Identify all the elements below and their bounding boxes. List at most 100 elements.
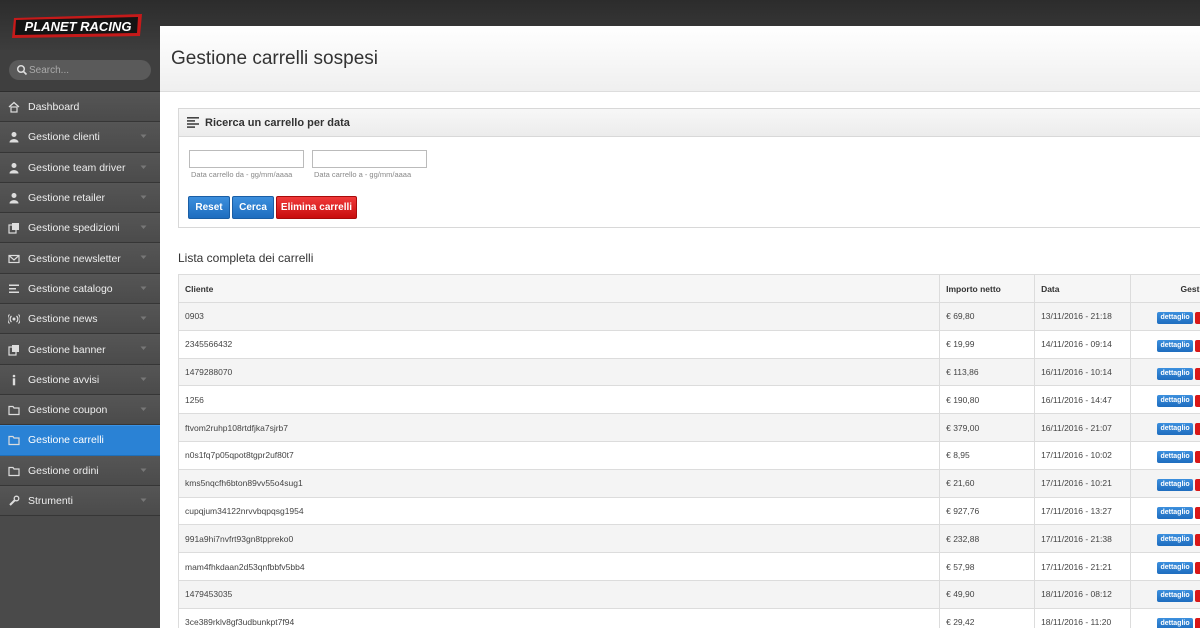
sidebar-item-label: Gestione coupon [28, 404, 108, 417]
cell-importo: € 57,98 [939, 552, 1036, 581]
cell-importo: € 8,95 [939, 440, 1036, 470]
date-to-group: Data carrello a - gg/mm/aaaa [312, 150, 427, 179]
cell-gestione: dettaglio [1130, 357, 1200, 387]
sidebar-item-label: Strumenti [28, 495, 73, 507]
cell-data: 13/11/2016 - 21:18 [1034, 302, 1132, 331]
detail-button[interactable]: dettaglio [1157, 506, 1194, 519]
detail-button[interactable]: dettaglio [1157, 367, 1194, 380]
delete-row-button[interactable] [1195, 423, 1200, 436]
chevron-down-icon [140, 195, 147, 199]
sidebar-item-gestione-catalogo[interactable]: Gestione catalogo [0, 273, 160, 305]
logo-text: PLANET RACING [25, 19, 132, 34]
sidebar-item-strumenti[interactable]: Strumenti [0, 485, 160, 517]
cell-importo: € 379,00 [939, 413, 1036, 442]
cell-importo: € 190,80 [939, 385, 1036, 415]
cell-data: 17/11/2016 - 21:21 [1034, 552, 1132, 581]
cell-cliente: 1256 [177, 385, 941, 415]
delete-row-button[interactable] [1195, 395, 1200, 408]
sidebar-item-label: Gestione banner [28, 343, 106, 356]
cell-cliente: 1479453035 [177, 579, 941, 609]
sidebar-item-gestione-clienti[interactable]: Gestione clienti [0, 122, 160, 153]
sidebar-item-dashboard[interactable]: Dashboard [0, 92, 160, 123]
detail-button[interactable]: dettaglio [1157, 423, 1194, 436]
delete-row-button[interactable] [1195, 534, 1200, 547]
detail-button[interactable]: dettaglio [1157, 617, 1194, 628]
cell-data: 16/11/2016 - 10:14 [1034, 357, 1132, 387]
sidebar-item-label: Gestione ordini [28, 464, 99, 477]
sidebar-item-gestione-banner[interactable]: Gestione banner [0, 334, 160, 365]
sidebar-item-gestione-carrelli[interactable]: Gestione carrelli [0, 425, 160, 456]
main-content: Gestione carrelli sospesi Ricerca un car… [160, 26, 1200, 628]
delete-row-button[interactable] [1195, 367, 1200, 380]
delete-row-button[interactable] [1195, 339, 1200, 352]
detail-button[interactable]: dettaglio [1157, 478, 1194, 491]
detail-button[interactable]: dettaglio [1157, 450, 1194, 463]
date-from-input[interactable] [189, 150, 304, 168]
detail-button[interactable]: dettaglio [1157, 312, 1194, 324]
chevron-down-icon [140, 134, 147, 139]
cell-importo: € 927,76 [939, 496, 1036, 526]
sidebar-item-gestione-retailer[interactable]: Gestione retailer [0, 182, 160, 214]
chevron-down-icon [140, 377, 147, 381]
copy-icon [8, 223, 19, 234]
reset-button[interactable]: Reset [188, 196, 230, 219]
sidebar-item-gestione-coupon[interactable]: Gestione coupon [0, 394, 160, 426]
cell-importo: € 19,99 [939, 329, 1036, 359]
detail-button[interactable]: dettaglio [1157, 339, 1194, 352]
planet-racing-logo[interactable]: PLANET RACING [10, 12, 146, 40]
search-button[interactable]: Cerca [232, 196, 274, 219]
cell-gestione: dettaglio [1130, 302, 1200, 331]
delete-row-button[interactable] [1195, 478, 1200, 491]
column-header-importo[interactable]: Importo netto [939, 274, 1036, 303]
search-icon [16, 64, 28, 76]
delete-row-button[interactable] [1195, 617, 1200, 628]
date-to-input[interactable] [312, 150, 427, 168]
search-panel: Ricerca un carrello per data Data carrel… [178, 108, 1200, 228]
sidebar-search-input[interactable] [29, 60, 145, 80]
sidebar-item-label: Gestione clienti [28, 131, 100, 144]
sidebar-item-gestione-newsletter[interactable]: Gestione newsletter [0, 243, 160, 274]
cell-gestione: dettaglio [1130, 468, 1200, 498]
align-left-icon [187, 117, 199, 128]
page-header: Gestione carrelli sospesi [160, 26, 1200, 92]
delete-carts-button[interactable]: Elimina carrelli [276, 196, 357, 219]
detail-button[interactable]: dettaglio [1157, 534, 1194, 547]
sidebar-item-label: Gestione news [28, 313, 98, 326]
cell-data: 17/11/2016 - 10:02 [1034, 440, 1132, 470]
sidebar-item-gestione-avvisi[interactable]: Gestione avvisi [0, 364, 160, 395]
delete-row-button[interactable] [1195, 562, 1200, 575]
sidebar-item-gestione-team-driver[interactable]: Gestione team driver [0, 152, 160, 183]
detail-button[interactable]: dettaglio [1157, 562, 1194, 575]
delete-row-button[interactable] [1195, 312, 1200, 324]
detail-button[interactable]: dettaglio [1157, 395, 1194, 408]
chevron-down-icon [140, 498, 147, 502]
broadcast-icon [8, 314, 20, 325]
delete-row-button[interactable] [1195, 589, 1200, 602]
sidebar-item-label: Gestione spedizioni [28, 222, 120, 235]
cart-list-title: Lista completa dei carrelli [178, 251, 314, 265]
sidebar-item-gestione-ordini[interactable]: Gestione ordini [0, 455, 160, 486]
chevron-down-icon [140, 286, 147, 290]
sidebar-menu: Dashboard Gestione clienti Gestione team d… [0, 92, 160, 517]
column-header-data[interactable]: Data [1034, 274, 1132, 303]
delete-row-button[interactable] [1195, 450, 1200, 463]
sidebar: Dashboard Gestione clienti Gestione team d… [0, 50, 160, 628]
cell-data: 14/11/2016 - 09:14 [1034, 329, 1132, 359]
cell-gestione: dettaglio [1130, 524, 1200, 554]
delete-row-button[interactable] [1195, 506, 1200, 519]
page-title: Gestione carrelli sospesi [171, 48, 378, 69]
detail-button[interactable]: dettaglio [1157, 589, 1194, 602]
chevron-down-icon [140, 407, 147, 411]
cell-importo: € 113,86 [939, 357, 1036, 387]
sidebar-item-gestione-spedizioni[interactable]: Gestione spedizioni [0, 213, 160, 244]
chevron-down-icon [140, 316, 147, 321]
table-row: ftvom2ruhp108rtdfjka7sjrb7 € 379,00 16/11/… [177, 413, 1200, 442]
cell-gestione: dettaglio [1130, 607, 1200, 628]
column-header-cliente[interactable]: Cliente [177, 274, 941, 303]
sidebar-item-gestione-news[interactable]: Gestione news [0, 304, 160, 335]
cell-gestione: dettaglio [1130, 385, 1200, 415]
cell-cliente: 1479288070 [177, 357, 941, 387]
home-icon [8, 101, 20, 113]
cell-data: 16/11/2016 - 21:07 [1034, 413, 1132, 442]
table-row: mam4fhkdaan2d53qnfbbfv5bb4 € 57,98 17/11/2… [177, 552, 1200, 581]
